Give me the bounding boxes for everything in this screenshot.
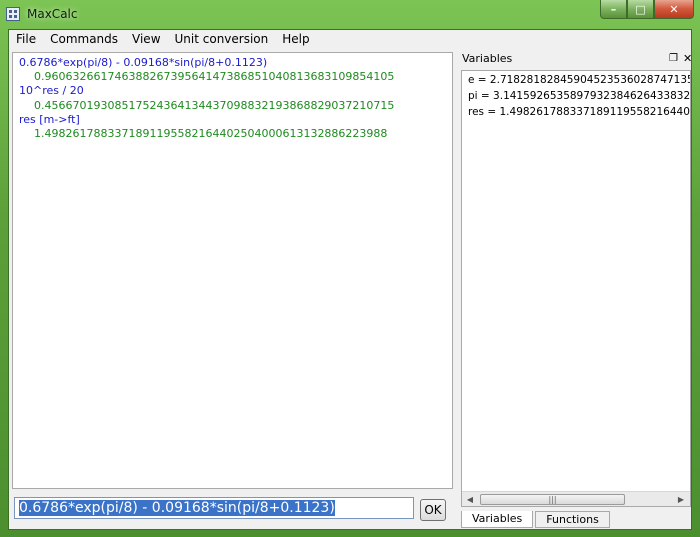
output-expression: res [m->ft] (19, 112, 80, 126)
variables-dock-title: Variables (462, 52, 513, 65)
menu-file[interactable]: File (9, 30, 43, 48)
menu-help[interactable]: Help (275, 30, 316, 48)
output-result: 0.45667019308517524364134437098832193868… (34, 98, 395, 112)
horizontal-scrollbar[interactable]: ◀ ||| ▶ (462, 491, 690, 506)
minimize-button[interactable]: – (600, 0, 627, 19)
output-result: 1.49826178833718911955821644025040006131… (34, 127, 388, 141)
variable-item[interactable]: e = 2.7182818284590452353602874713526624… (462, 72, 690, 88)
close-button[interactable]: ✕ (654, 0, 694, 19)
title-bar[interactable]: MaxCalc – □ ✕ (0, 0, 700, 28)
output-panel[interactable]: 0.6786*exp(pi/8) - 0.09168*sin(pi/8+0.11… (12, 52, 453, 489)
tab-functions[interactable]: Functions (535, 511, 610, 528)
menu-unit-conversion[interactable]: Unit conversion (168, 30, 276, 48)
output-result: 0.96063266174638826739564147386851040813… (34, 70, 395, 84)
variables-list[interactable]: e = 2.7182818284590452353602874713526624… (461, 70, 691, 507)
selected-input-text: 0.6786*exp(pi/8) - 0.09168*sin(pi/8+0.11… (19, 500, 335, 516)
ok-button[interactable]: OK (420, 499, 446, 521)
menu-bar: File Commands View Unit conversion Help (9, 30, 691, 48)
close-icon: ✕ (669, 2, 679, 16)
maximize-button[interactable]: □ (627, 0, 654, 19)
maximize-icon: □ (635, 2, 646, 16)
window-frame: MaxCalc – □ ✕ File Commands View Unit co… (0, 0, 700, 537)
menu-commands[interactable]: Commands (43, 30, 125, 48)
scroll-left-icon[interactable]: ◀ (463, 493, 477, 506)
scrollbar-thumb[interactable]: ||| (480, 494, 625, 505)
float-icon[interactable]: ❐ (669, 50, 678, 68)
window-title: MaxCalc (27, 7, 78, 21)
menu-view[interactable]: View (125, 30, 167, 48)
minimize-icon: – (610, 2, 617, 16)
output-expression: 0.6786*exp(pi/8) - 0.09168*sin(pi/8+0.11… (19, 56, 268, 69)
variable-item[interactable]: pi = 3.141592653589793238462643383279502… (462, 88, 690, 104)
tab-variables[interactable]: Variables (461, 511, 534, 528)
calculator-icon (6, 7, 20, 21)
client-area: File Commands View Unit conversion Help … (8, 29, 692, 530)
scroll-right-icon[interactable]: ▶ (674, 493, 688, 506)
dock-close-icon[interactable]: ✕ (683, 50, 692, 68)
expression-input[interactable]: 0.6786*exp(pi/8) - 0.09168*sin(pi/8+0.11… (14, 497, 414, 519)
variable-item[interactable]: res = 1.49826178833718911955821644025040… (462, 104, 690, 120)
variables-dock-header: Variables ❐ ✕ (461, 50, 692, 68)
dock-tabs: Variables Functions (461, 511, 610, 529)
output-expression: 10^res / 20 (19, 84, 84, 98)
